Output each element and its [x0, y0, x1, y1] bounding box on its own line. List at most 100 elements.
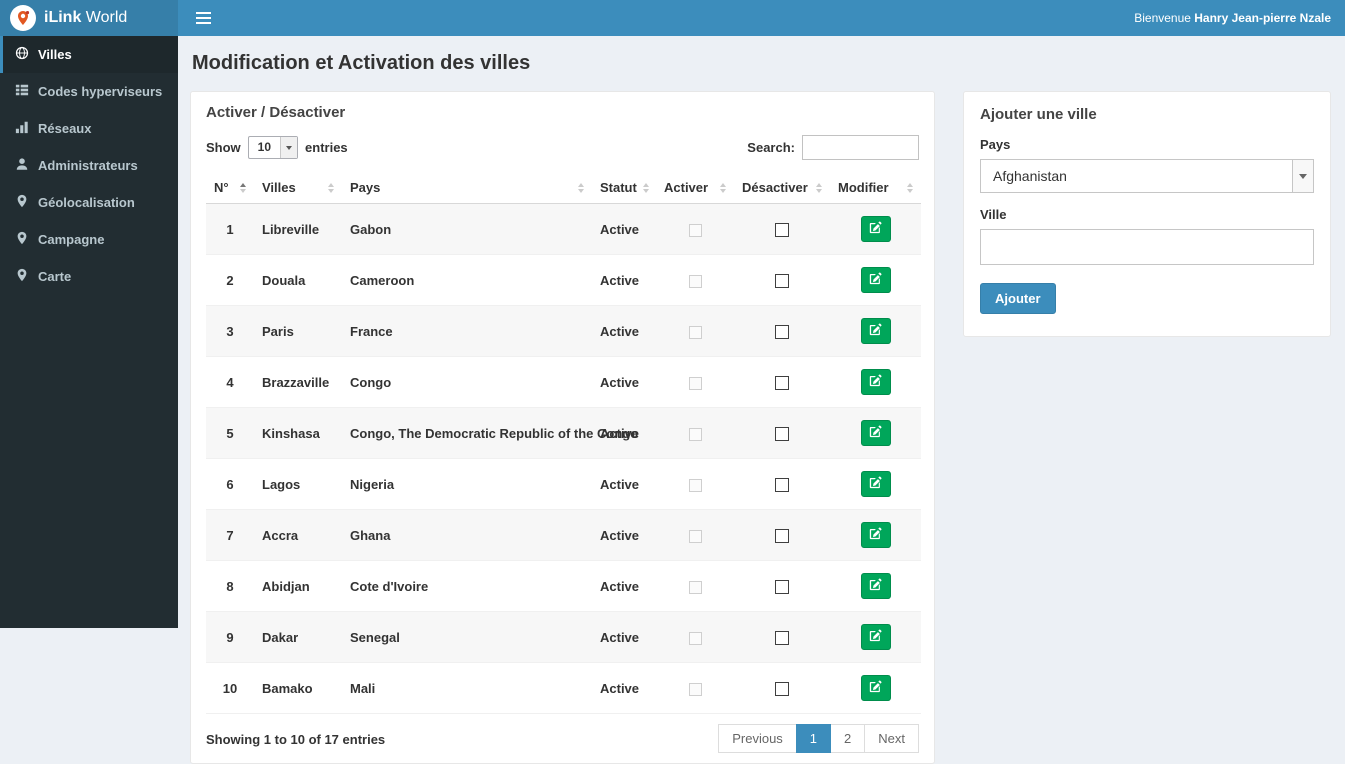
pagination-page-1[interactable]: 1: [795, 724, 832, 753]
entries-select[interactable]: 10: [247, 136, 299, 159]
desactiver-checkbox[interactable]: [775, 528, 789, 543]
desactiver-checkbox[interactable]: [775, 273, 789, 288]
table-row: 10 Bamako Mali Active: [206, 662, 921, 714]
table-info: Showing 1 to 10 of 17 entries: [206, 732, 386, 747]
ville-cell: Brazzaville: [254, 356, 342, 408]
pays-cell: Cameroon: [342, 254, 592, 306]
edit-button[interactable]: [860, 573, 891, 599]
search-input[interactable]: [802, 135, 919, 160]
sort-icon: [714, 182, 726, 193]
statut-cell: Active: [592, 356, 656, 408]
ville-cell: Bamako: [254, 662, 342, 714]
list-icon: [15, 83, 29, 100]
activer-checkbox: [688, 529, 702, 543]
page-title: Modification et Activation des villes: [192, 52, 531, 74]
edit-button[interactable]: [860, 420, 891, 446]
column-header-statut[interactable]: Statut: [592, 172, 656, 204]
ville-input[interactable]: [980, 229, 1314, 265]
statut-cell: Active: [592, 407, 656, 459]
pays-cell: Cote d'Ivoire: [342, 560, 592, 612]
sort-icon: [572, 182, 584, 193]
sidebar-item-label: Réseaux: [38, 121, 92, 136]
edit-button[interactable]: [860, 522, 891, 548]
statut-cell: Active: [592, 509, 656, 561]
pays-cell: Mali: [342, 662, 592, 714]
table-row: 9 Dakar Senegal Active: [206, 611, 921, 663]
activer-checkbox: [688, 631, 702, 645]
sidebar-item-carte[interactable]: Carte: [0, 258, 178, 295]
edit-button[interactable]: [860, 216, 891, 242]
column-header-modifier[interactable]: Modifier: [830, 172, 921, 204]
edit-button[interactable]: [860, 471, 891, 497]
edit-icon: [869, 527, 882, 543]
map-marker-icon: [15, 231, 29, 248]
desactiver-checkbox[interactable]: [775, 579, 789, 594]
ville-cell: Accra: [254, 509, 342, 561]
row-number: 6: [206, 458, 254, 510]
sidebar-item-geolocalisation[interactable]: Géolocalisation: [0, 184, 178, 221]
pays-cell: Nigeria: [342, 458, 592, 510]
edit-button[interactable]: [860, 675, 891, 701]
sidebar-item-label: Géolocalisation: [38, 195, 135, 210]
villes-table: N° Villes Pays Statut Activer Désactiver…: [206, 172, 921, 714]
edit-button[interactable]: [860, 369, 891, 395]
ville-cell: Libreville: [254, 203, 342, 255]
desactiver-checkbox[interactable]: [775, 375, 789, 390]
pagination-next[interactable]: Next: [864, 724, 919, 753]
pagination-previous[interactable]: Previous: [718, 724, 797, 753]
statut-cell: Active: [592, 611, 656, 663]
sidebar-item-villes[interactable]: Villes: [0, 36, 178, 73]
statut-cell: Active: [592, 560, 656, 612]
show-label: Show: [206, 140, 241, 155]
desactiver-checkbox[interactable]: [775, 477, 789, 492]
user-icon: [15, 157, 29, 174]
sidebar-item-reseaux[interactable]: Réseaux: [0, 110, 178, 147]
statut-cell: Active: [592, 458, 656, 510]
add-panel-title: Ajouter une ville: [980, 106, 1097, 123]
ville-label: Ville: [980, 207, 1007, 222]
edit-icon: [869, 680, 882, 696]
table-row: 3 Paris France Active: [206, 305, 921, 357]
edit-icon: [869, 374, 882, 390]
statut-cell: Active: [592, 203, 656, 255]
chevron-down-icon: [280, 137, 298, 158]
user-menu[interactable]: Bienvenue Hanry Jean-pierre Nzale: [1134, 11, 1331, 25]
sidebar-toggle-icon[interactable]: [192, 6, 215, 30]
table-panel-title: Activer / Désactiver: [206, 104, 346, 121]
desactiver-checkbox[interactable]: [775, 630, 789, 645]
desactiver-checkbox[interactable]: [775, 222, 789, 237]
column-header-pays[interactable]: Pays: [342, 172, 592, 204]
edit-button[interactable]: [860, 318, 891, 344]
row-number: 3: [206, 305, 254, 357]
search-label: Search:: [747, 140, 795, 155]
pays-cell: Gabon: [342, 203, 592, 255]
globe-icon: [15, 46, 29, 63]
sort-icon: [637, 182, 649, 193]
row-number: 4: [206, 356, 254, 408]
desactiver-checkbox[interactable]: [775, 426, 789, 441]
sidebar-item-campagne[interactable]: Campagne: [0, 221, 178, 258]
brand-link[interactable]: iLink World: [0, 0, 178, 36]
activer-checkbox: [688, 682, 702, 696]
statut-cell: Active: [592, 662, 656, 714]
edit-icon: [869, 629, 882, 645]
pagination-page-2[interactable]: 2: [830, 724, 866, 753]
activer-checkbox: [688, 223, 702, 237]
column-header-num[interactable]: N°: [206, 172, 254, 204]
pays-select[interactable]: Afghanistan: [980, 159, 1314, 193]
edit-button[interactable]: [860, 267, 891, 293]
desactiver-checkbox[interactable]: [775, 324, 789, 339]
sidebar-item-codes-hyperviseurs[interactable]: Codes hyperviseurs: [0, 73, 178, 110]
column-header-desactiver[interactable]: Désactiver: [734, 172, 830, 204]
sidebar-item-label: Codes hyperviseurs: [38, 84, 163, 99]
edit-icon: [869, 323, 882, 339]
desactiver-checkbox[interactable]: [775, 681, 789, 696]
row-number: 9: [206, 611, 254, 663]
app-logo-icon: [10, 5, 36, 31]
sidebar-item-administrateurs[interactable]: Administrateurs: [0, 147, 178, 184]
column-header-activer[interactable]: Activer: [656, 172, 734, 204]
edit-icon: [869, 272, 882, 288]
column-header-villes[interactable]: Villes: [254, 172, 342, 204]
row-number: 7: [206, 509, 254, 561]
ajouter-button[interactable]: Ajouter: [980, 283, 1056, 314]
